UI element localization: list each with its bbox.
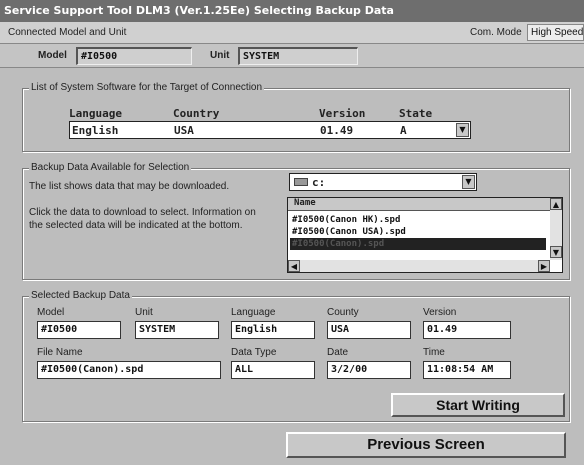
sel-country-label: County bbox=[327, 307, 359, 318]
selected-backup-group: Selected Backup Data Model #I0500 Unit S… bbox=[22, 290, 570, 422]
selected-backup-title: Selected Backup Data bbox=[29, 290, 132, 301]
sel-date-field: 3/2/00 bbox=[327, 361, 411, 379]
header-state: State bbox=[399, 107, 433, 120]
backup-list[interactable]: Name ▲ #I0500(Canon HK).spd #I0500(Canon… bbox=[287, 197, 563, 273]
software-row[interactable]: English USA 01.49 A ▼ bbox=[69, 121, 471, 139]
sel-filename-field: #I0500(Canon).spd bbox=[37, 361, 221, 379]
backup-available-title: Backup Data Available for Selection bbox=[29, 162, 192, 173]
sel-date-label: Date bbox=[327, 347, 349, 358]
row-state: A bbox=[400, 124, 407, 137]
row-version: 01.49 bbox=[320, 124, 354, 137]
backup-desc-1: The list shows data that may be download… bbox=[29, 181, 230, 192]
start-writing-button[interactable]: Start Writing bbox=[391, 393, 565, 417]
com-mode-label: Com. Mode bbox=[470, 27, 522, 38]
connected-bar: Connected Model and Unit Com. Mode High … bbox=[0, 22, 584, 44]
model-bar: Model #I0500 Unit SYSTEM bbox=[0, 44, 584, 68]
list-scroll-down-icon[interactable]: ▼ bbox=[550, 246, 562, 258]
drive-select[interactable]: c: ▼ bbox=[289, 173, 477, 191]
list-scroll-up-icon[interactable]: ▲ bbox=[550, 198, 562, 210]
sel-version-field: 01.49 bbox=[423, 321, 511, 339]
model-label: Model bbox=[38, 50, 67, 61]
window-title: Service Support Tool DLM3 (Ver.1.25Ee) S… bbox=[0, 0, 584, 22]
unit-field: SYSTEM bbox=[238, 47, 358, 65]
list-item[interactable]: #I0500(Canon HK).spd bbox=[290, 214, 400, 226]
sel-language-label: Language bbox=[231, 307, 276, 318]
list-scroll-left-icon[interactable]: ◀ bbox=[288, 260, 300, 272]
sel-time-label: Time bbox=[423, 347, 445, 358]
drive-icon bbox=[294, 178, 308, 186]
row-country: USA bbox=[174, 124, 194, 137]
drive-dropdown-icon[interactable]: ▼ bbox=[462, 175, 475, 189]
sel-filename-label: File Name bbox=[37, 347, 83, 358]
list-header-name: Name bbox=[294, 198, 316, 208]
list-item[interactable]: #I0500(Canon USA).spd bbox=[290, 226, 406, 238]
system-software-group: List of System Software for the Target o… bbox=[22, 82, 570, 152]
system-software-title: List of System Software for the Target o… bbox=[29, 82, 265, 93]
backup-available-group: Backup Data Available for Selection The … bbox=[22, 162, 570, 280]
header-language: Language bbox=[69, 107, 122, 120]
sel-unit-label: Unit bbox=[135, 307, 153, 318]
sel-datatype-field: ALL bbox=[231, 361, 315, 379]
sel-model-label: Model bbox=[37, 307, 65, 318]
com-mode-field: High Speed bbox=[527, 24, 584, 41]
list-header[interactable]: Name bbox=[288, 198, 550, 211]
backup-desc-3: the selected data will be indicated at t… bbox=[29, 220, 243, 231]
sel-unit-field: SYSTEM bbox=[135, 321, 219, 339]
header-version: Version bbox=[319, 107, 366, 120]
sel-model-field: #I0500 bbox=[37, 321, 121, 339]
sel-country-field: USA bbox=[327, 321, 411, 339]
unit-label: Unit bbox=[210, 50, 230, 61]
header-country: Country bbox=[173, 107, 220, 120]
sel-datatype-label: Data Type bbox=[231, 347, 277, 358]
list-item-selected[interactable]: #I0500(Canon).spd bbox=[290, 238, 546, 250]
drive-value: c: bbox=[312, 176, 326, 189]
connected-label: Connected Model and Unit bbox=[8, 27, 127, 38]
sel-version-label: Version bbox=[423, 307, 457, 318]
app-window: Service Support Tool DLM3 (Ver.1.25Ee) S… bbox=[0, 0, 584, 465]
sel-language-field: English bbox=[231, 321, 315, 339]
previous-screen-button[interactable]: Previous Screen bbox=[286, 432, 566, 458]
row-language: English bbox=[72, 124, 119, 137]
list-hscroll-track[interactable] bbox=[288, 260, 550, 272]
row-dropdown-icon[interactable]: ▼ bbox=[456, 123, 469, 137]
backup-desc-2: Click the data to download to select. In… bbox=[29, 207, 256, 218]
list-scroll-right-icon[interactable]: ▶ bbox=[538, 260, 550, 272]
model-field: #I0500 bbox=[76, 47, 192, 65]
sel-time-field: 11:08:54 AM bbox=[423, 361, 511, 379]
